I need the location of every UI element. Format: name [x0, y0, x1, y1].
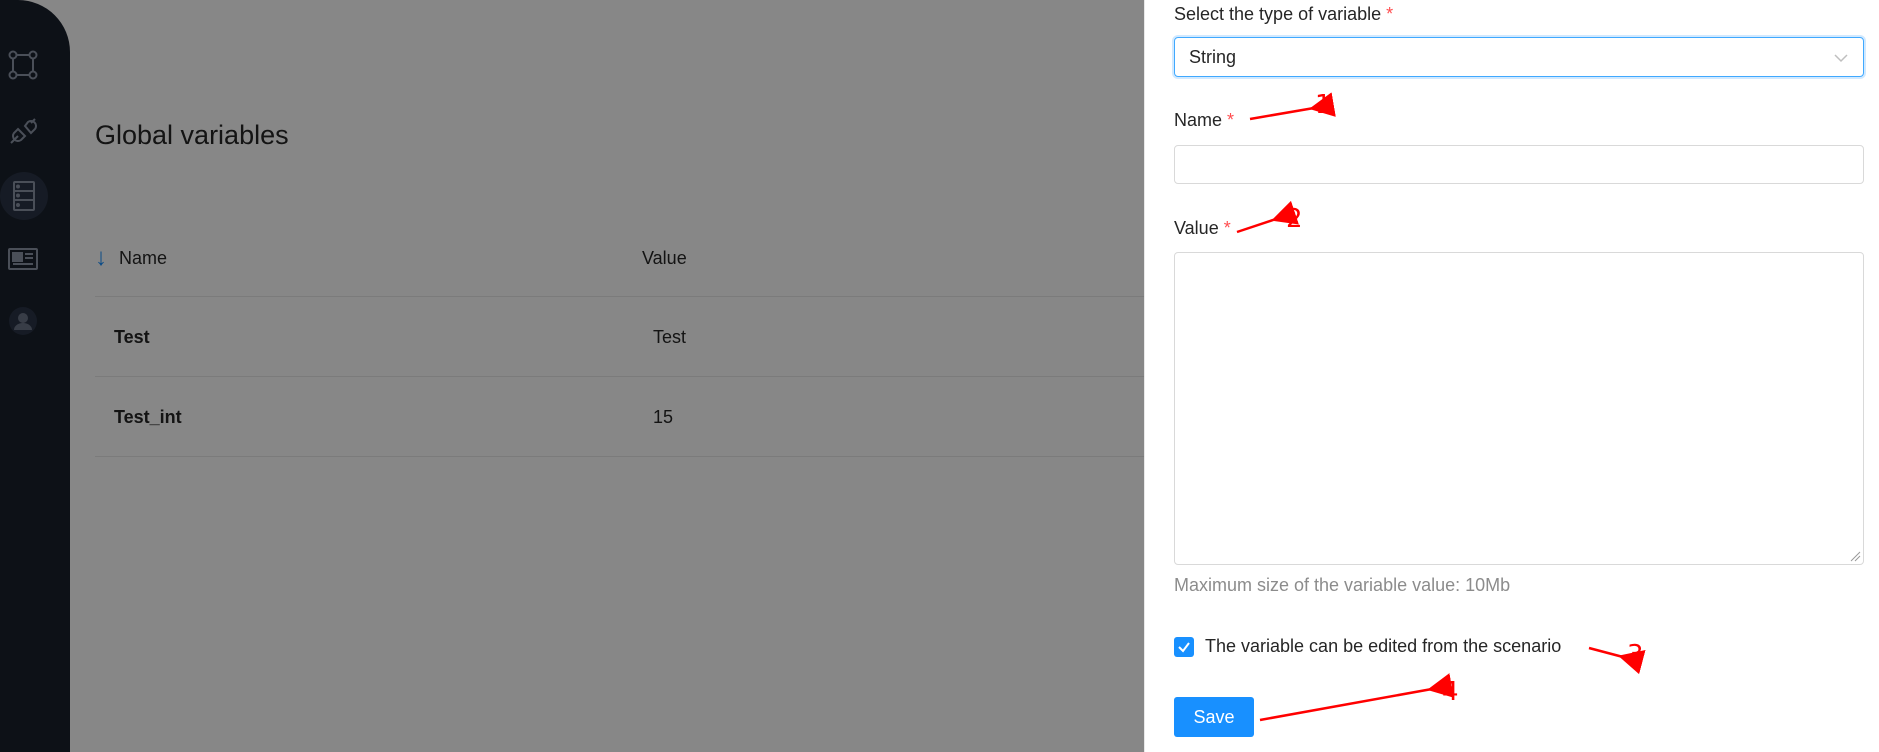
annotation-number: 4	[1442, 677, 1459, 707]
annotation-number: 1	[1315, 90, 1332, 120]
variable-drawer: Select the type of variable * String Name…	[1144, 0, 1879, 752]
name-label-text: Name	[1174, 110, 1223, 130]
select-value: String	[1189, 47, 1237, 67]
value-label-text: Value	[1174, 218, 1219, 238]
name-input[interactable]	[1174, 145, 1864, 184]
chevron-down-icon	[1834, 54, 1848, 63]
required-mark: *	[1227, 110, 1235, 130]
value-textarea[interactable]	[1174, 252, 1864, 565]
value-size-hint: Maximum size of the variable value: 10Mb	[1174, 575, 1511, 595]
editable-checkbox-label[interactable]: The variable can be edited from the scen…	[1205, 636, 1561, 657]
modal-overlay[interactable]	[0, 0, 1144, 752]
value-label: Value *	[1174, 218, 1231, 239]
required-mark: *	[1386, 4, 1394, 24]
resize-handle-icon[interactable]	[1849, 550, 1861, 562]
type-label-text: Select the type of variable	[1174, 4, 1382, 24]
editable-checkbox[interactable]	[1174, 637, 1194, 657]
required-mark: *	[1223, 218, 1231, 238]
annotation-number: 3	[1627, 640, 1644, 670]
type-label: Select the type of variable *	[1174, 4, 1393, 25]
variable-type-select[interactable]: String	[1174, 37, 1864, 77]
annotation-number: 2	[1286, 204, 1303, 234]
name-label: Name *	[1174, 110, 1234, 131]
check-icon	[1178, 642, 1190, 653]
save-button[interactable]: Save	[1174, 697, 1254, 737]
